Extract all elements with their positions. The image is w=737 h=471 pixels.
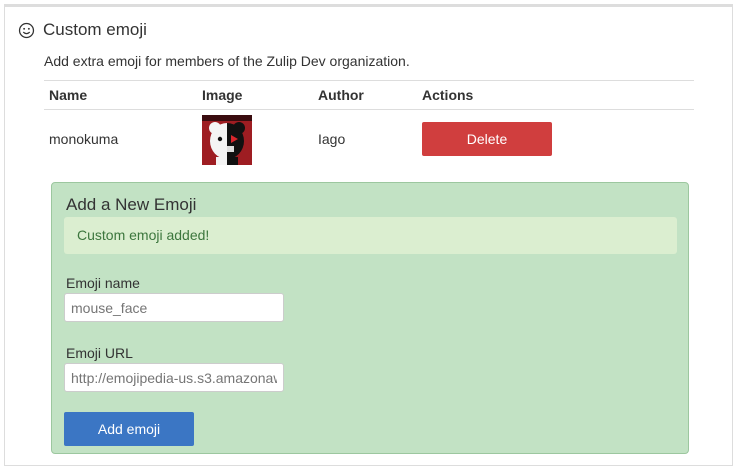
table-row: monokuma Iago Delete — [44, 110, 694, 168]
emoji-author-cell: Iago — [318, 130, 346, 147]
add-emoji-button[interactable]: Add emoji — [64, 412, 194, 446]
emoji-name-input[interactable] — [64, 293, 284, 322]
column-header-actions: Actions — [417, 80, 694, 110]
add-emoji-form: Add a New Emoji Custom emoji added! Emoj… — [51, 182, 689, 454]
section-title: Custom emoji — [43, 20, 147, 39]
emoji-url-label: Emoji URL — [66, 345, 133, 361]
column-header-author: Author — [313, 80, 417, 110]
custom-emoji-section: Custom emoji Add extra emoji for members… — [4, 4, 733, 466]
form-title: Add a New Emoji — [66, 195, 197, 214]
emoji-actions-cell: Delete — [417, 110, 694, 168]
delete-button[interactable]: Delete — [422, 121, 552, 156]
smiley-icon — [18, 22, 35, 38]
monokuma-emoji-image — [202, 115, 252, 166]
column-header-name: Name — [44, 80, 197, 110]
success-alert: Custom emoji added! — [64, 217, 677, 254]
section-header: Custom emoji — [18, 17, 147, 43]
emoji-table: Name Image Author Actions monokuma Iago … — [44, 80, 694, 168]
emoji-name-cell: monokuma — [49, 130, 119, 147]
emoji-image-cell — [197, 110, 313, 168]
emoji-url-input[interactable] — [64, 363, 284, 392]
emoji-name-label: Emoji name — [66, 275, 140, 291]
section-description: Add extra emoji for members of the Zulip… — [44, 53, 410, 69]
table-header-row: Name Image Author Actions — [44, 80, 694, 110]
column-header-image: Image — [197, 80, 313, 110]
